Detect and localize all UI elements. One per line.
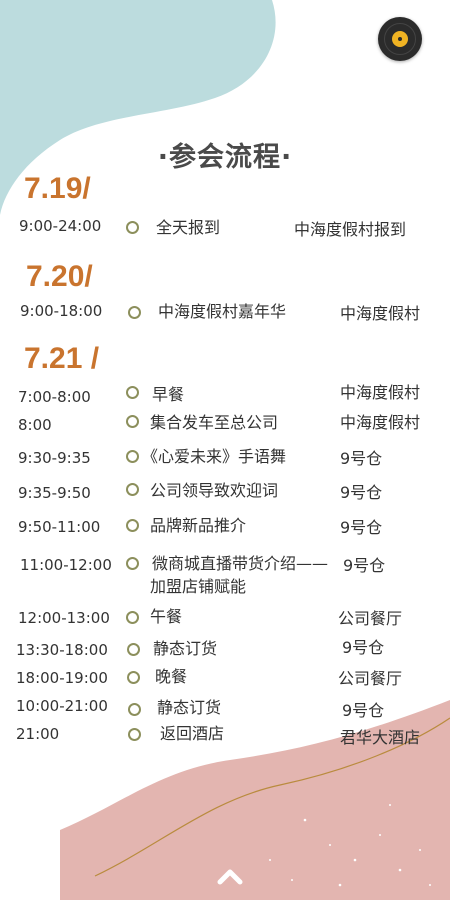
schedule-time: 9:35-9:50	[18, 484, 91, 502]
schedule-location: 9号仓	[340, 483, 383, 502]
timeline-dot-icon	[128, 306, 141, 319]
timeline-dot-icon	[126, 557, 139, 570]
timeline-dot-icon	[126, 386, 139, 399]
schedule-location: 9号仓	[343, 556, 386, 575]
schedule-time: 9:50-11:00	[18, 518, 101, 536]
schedule-location: 中海度假村报到	[294, 220, 407, 239]
schedule-event: 晚餐	[155, 667, 188, 686]
timeline-dot-icon	[126, 611, 139, 624]
schedule-location: 公司餐厅	[338, 669, 403, 688]
schedule-time: 18:00-19:00	[16, 669, 108, 687]
schedule-event: 午餐	[150, 607, 183, 626]
schedule-location: 中海度假村	[340, 383, 421, 402]
schedule-location: 9号仓	[342, 638, 385, 657]
timeline-dot-icon	[126, 415, 139, 428]
schedule-event: 早餐	[152, 385, 185, 404]
timeline-dot-icon	[127, 671, 140, 684]
schedule-event: 公司领导致欢迎词	[150, 481, 279, 500]
timeline-dot-icon	[126, 221, 139, 234]
schedule-event: 静态订货	[157, 698, 222, 717]
schedule-time: 7:00-8:00	[18, 388, 91, 406]
date-heading-7-21: 7.21 /	[24, 342, 100, 375]
schedule-location: 9号仓	[342, 701, 385, 720]
schedule-event: 集合发车至总公司	[150, 413, 279, 432]
music-toggle-button[interactable]	[378, 17, 422, 61]
timeline-dot-icon	[128, 703, 141, 716]
schedule-location: 公司餐厅	[338, 609, 403, 628]
date-heading-7-20: 7.20/	[26, 260, 93, 293]
schedule-location: 中海度假村	[340, 304, 421, 323]
schedule-time: 9:00-18:00	[20, 302, 103, 320]
schedule-time: 12:00-13:00	[18, 609, 110, 627]
schedule-location: 中海度假村	[340, 413, 421, 432]
timeline-dot-icon	[127, 643, 140, 656]
schedule-time: 9:00-24:00	[19, 217, 102, 235]
schedule-time: 11:00-12:00	[20, 556, 112, 574]
schedule-location: 君华大酒店	[340, 728, 421, 747]
schedule-time: 13:30-18:00	[16, 641, 108, 659]
schedule-event: 《心爱未来》手语舞	[142, 447, 287, 466]
timeline-dot-icon	[126, 519, 139, 532]
schedule-time: 10:00-21:00	[16, 697, 108, 715]
schedule-event: 品牌新品推介	[150, 516, 247, 535]
schedule-time: 9:30-9:35	[18, 449, 91, 467]
schedule-event-line2: 加盟店铺赋能	[150, 577, 247, 596]
timeline-dot-icon	[126, 483, 139, 496]
schedule-location: 9号仓	[340, 518, 383, 537]
schedule-event: 全天报到	[156, 218, 221, 237]
date-heading-7-19: 7.19/	[24, 172, 91, 205]
schedule-time: 21:00	[16, 725, 60, 743]
page-title: ·参会流程·	[157, 142, 293, 173]
timeline-dot-icon	[126, 450, 139, 463]
chevron-up-icon[interactable]	[217, 867, 243, 885]
schedule-event: 返回酒店	[160, 724, 225, 743]
schedule-event-line1: 微商城直播带货介绍——	[152, 554, 329, 573]
schedule-location: 9号仓	[340, 449, 383, 468]
schedule-event: 静态订货	[153, 639, 218, 658]
schedule-event: 中海度假村嘉年华	[158, 302, 287, 321]
schedule-time: 8:00	[18, 416, 52, 434]
timeline-dot-icon	[128, 728, 141, 741]
